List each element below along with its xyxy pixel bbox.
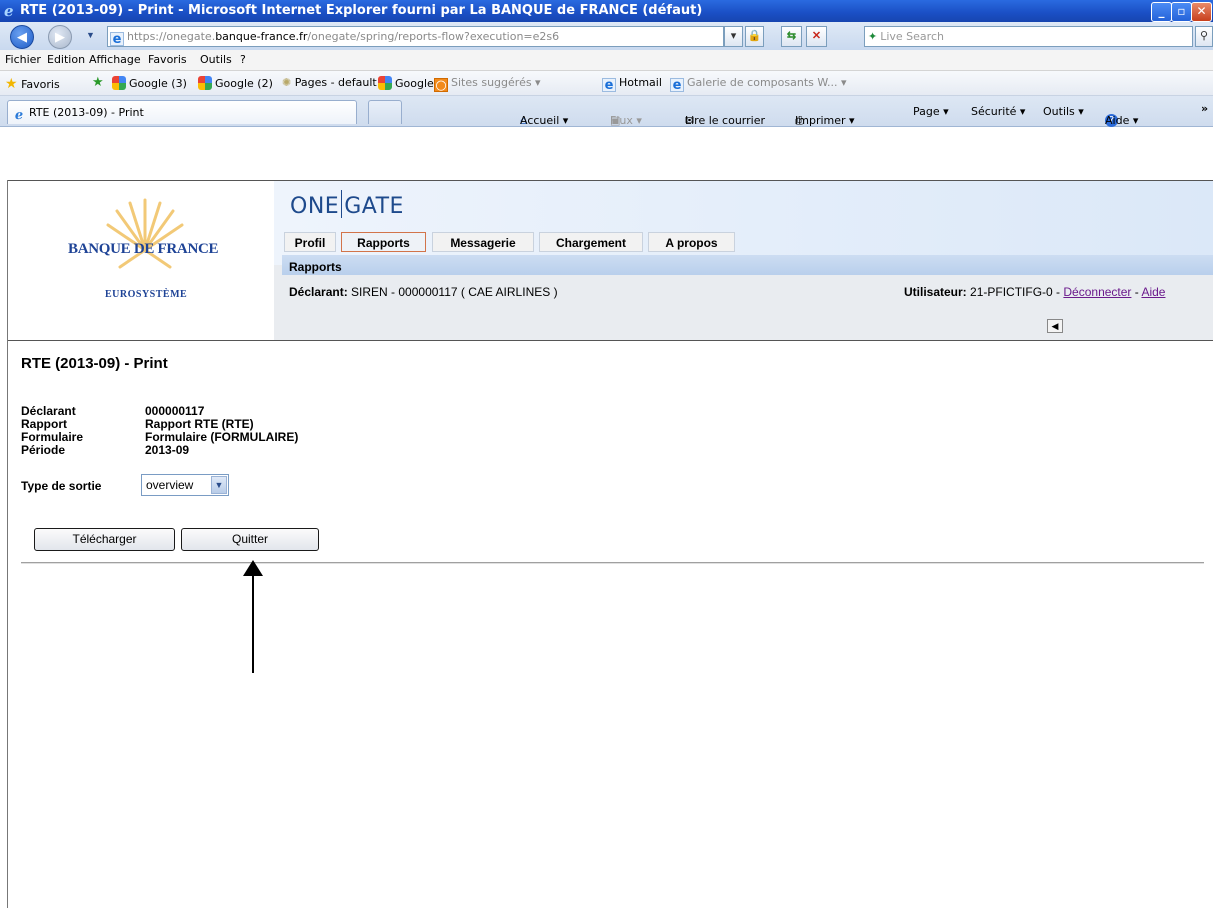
suggested-sites-icon: ○: [434, 78, 448, 93]
download-button[interactable]: Télécharger: [34, 528, 175, 551]
chevron-down-icon: ▼: [211, 476, 227, 494]
site-header-border: [8, 180, 1213, 341]
favorites-bar: ★ Favoris ★ Google (3) Google (2) ✺ Page…: [0, 71, 1213, 96]
favorite-google-2[interactable]: Google (2): [198, 76, 273, 90]
lock-icon[interactable]: 🔒: [745, 26, 764, 47]
star-icon: ★: [5, 76, 18, 92]
divider: [21, 562, 1204, 564]
field-label-formulaire: Formulaire: [21, 430, 84, 444]
live-search-icon: ✦: [868, 30, 878, 43]
add-favorite-icon[interactable]: ★: [92, 75, 104, 90]
window-title-bar: ℯ RTE (2013-09) - Print - Microsoft Inte…: [0, 0, 1213, 22]
cmd-securite[interactable]: Sécurité ▾: [971, 105, 1025, 118]
field-value-periode: 2013-09: [145, 443, 190, 457]
field-label-periode: Période: [21, 443, 66, 457]
page-icon: e: [602, 78, 616, 93]
menu-help[interactable]: ?: [240, 53, 246, 66]
favorites-button[interactable]: ★ Favoris: [5, 76, 60, 92]
favorite-suggested-sites[interactable]: ○ Sites suggérés ▾: [434, 76, 541, 93]
field-label-declarant: Déclarant: [21, 404, 76, 418]
output-type-select[interactable]: overview ▼: [141, 474, 229, 496]
search-input[interactable]: ✦ Live Search: [864, 26, 1193, 47]
quit-button[interactable]: Quitter: [181, 528, 319, 551]
cmd-outils[interactable]: Outils ▾: [1043, 105, 1084, 118]
menu-affichage[interactable]: Affichage: [89, 53, 141, 66]
menu-bar: Fichier Edition Affichage Favoris Outils…: [0, 50, 1213, 71]
field-value-formulaire: Formulaire (FORMULAIRE): [145, 430, 299, 444]
menu-favoris[interactable]: Favoris: [148, 53, 187, 66]
tab-rte-print[interactable]: ℯ RTE (2013-09) - Print: [7, 100, 357, 124]
url-field[interactable]: e https://onegate.banque-france.fr/onegat…: [107, 26, 724, 47]
field-label-rapport: Rapport: [21, 417, 67, 431]
google-icon: [198, 76, 212, 90]
menu-outils[interactable]: Outils: [200, 53, 232, 66]
pages-icon: ✺: [282, 76, 292, 89]
menu-edition[interactable]: Edition: [47, 53, 85, 66]
menu-fichier[interactable]: Fichier: [5, 53, 41, 66]
url-dropdown-icon[interactable]: ▾: [724, 26, 743, 47]
output-type-label: Type de sortie: [21, 479, 102, 493]
cmd-more-chevron[interactable]: »: [1201, 102, 1208, 115]
search-button[interactable]: ⚲: [1195, 26, 1213, 47]
refresh-icon[interactable]: ⇆: [781, 26, 802, 47]
new-tab-button[interactable]: [368, 100, 402, 124]
google-icon: [112, 76, 126, 90]
history-dropdown-icon[interactable]: ▼: [86, 30, 95, 40]
tab-bar: ℯ RTE (2013-09) - Print ⌂ Accueil ▾ ▣ Flu…: [0, 96, 1213, 127]
minimize-button[interactable]: _: [1151, 2, 1172, 22]
annotation-arrow-shaft: [252, 572, 254, 673]
google-icon: [378, 76, 392, 90]
stop-icon[interactable]: ✕: [806, 26, 827, 47]
favorite-google[interactable]: Google: [378, 76, 434, 90]
field-value-declarant: 000000117: [145, 404, 205, 418]
ie-tab-icon: ℯ: [14, 108, 24, 123]
field-value-rapport: Rapport RTE (RTE): [145, 417, 254, 431]
favorite-pages-default[interactable]: ✺ Pages - default: [282, 76, 377, 89]
maximize-button[interactable]: ▫: [1171, 2, 1192, 22]
close-button[interactable]: ✕: [1191, 2, 1212, 22]
address-toolbar: ◀ ▶ ▼ e https://onegate.banque-france.fr/…: [0, 22, 1213, 51]
page-title: RTE (2013-09) - Print: [21, 355, 168, 372]
back-button[interactable]: ◀: [10, 25, 34, 49]
page-icon: e: [670, 78, 684, 93]
window-title: RTE (2013-09) - Print - Microsoft Intern…: [20, 3, 703, 18]
ie-icon: ℯ: [4, 2, 14, 20]
favorite-hotmail[interactable]: e Hotmail: [602, 76, 662, 93]
cmd-page[interactable]: Page ▾: [913, 105, 949, 118]
favorite-gallery[interactable]: e Galerie de composants W... ▾: [670, 76, 847, 93]
page-icon: e: [110, 32, 124, 46]
favorite-google-3[interactable]: Google (3): [112, 76, 187, 90]
forward-button[interactable]: ▶: [48, 25, 72, 49]
